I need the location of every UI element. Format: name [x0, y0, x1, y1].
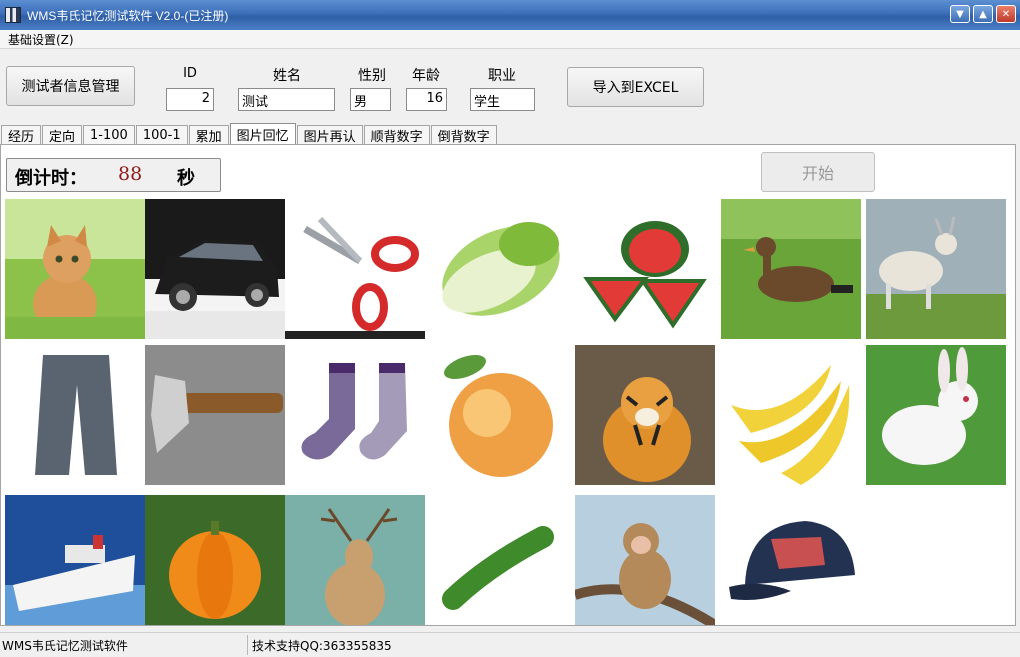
name-label: 姓名	[273, 68, 301, 84]
status-app-name: WMS韦氏记忆测试软件	[0, 635, 248, 655]
tab-backward-digits[interactable]: 倒背数字	[430, 125, 497, 145]
countdown-box: 倒计时： 88 秒	[6, 158, 221, 192]
tab-forward-digits[interactable]: 顺背数字	[363, 125, 430, 145]
tab-strip: 经历 定向 1-100 100-1 累加 图片回忆 图片再认 顺背数字 倒背数字	[0, 123, 498, 145]
cap-image	[721, 495, 861, 625]
gender-field[interactable]: 男	[350, 88, 391, 111]
cucumber-image	[429, 495, 569, 625]
age-label: 年龄	[412, 68, 440, 84]
peach-image	[429, 345, 569, 485]
watermelon-image	[575, 199, 715, 339]
banana-image	[721, 345, 861, 485]
manage-tester-button[interactable]: 测试者信息管理	[6, 66, 135, 106]
window-title: WMS韦氏记忆测试软件 V2.0-(已注册)	[27, 8, 229, 23]
status-support: 技术支持QQ:363355835	[252, 638, 392, 653]
countdown-unit: 秒	[177, 168, 195, 189]
car-image	[145, 199, 285, 339]
tab-picture-recall[interactable]: 图片回忆	[229, 123, 296, 145]
kitten-image	[5, 199, 145, 339]
age-field[interactable]: 16	[406, 88, 447, 111]
rabbit-image	[866, 345, 1006, 485]
name-field[interactable]: 测试	[238, 88, 335, 111]
start-button[interactable]: 开始	[761, 152, 875, 192]
tab-1-100[interactable]: 1-100	[83, 125, 135, 145]
pumpkin-image	[145, 495, 285, 625]
ship-image	[5, 495, 145, 625]
countdown-label: 倒计时：	[15, 168, 87, 189]
maximize-button[interactable]: ▲	[973, 5, 993, 23]
tab-accumulate[interactable]: 累加	[188, 125, 229, 145]
cabbage-image	[429, 199, 569, 339]
tiger-image	[575, 345, 715, 485]
menu-bar: 基础设置(Z)	[0, 30, 1020, 49]
axe-image	[145, 345, 285, 485]
app-icon	[5, 7, 21, 23]
tab-orientation[interactable]: 定向	[42, 125, 83, 145]
tab-history[interactable]: 经历	[1, 125, 42, 145]
job-field[interactable]: 学生	[470, 88, 535, 111]
pants-image	[5, 345, 145, 485]
export-excel-button[interactable]: 导入到EXCEL	[567, 67, 704, 107]
gender-label: 性别	[358, 68, 386, 84]
monkey-image	[575, 495, 715, 625]
deer-image	[285, 495, 425, 625]
tab-picture-recognition[interactable]: 图片再认	[296, 125, 363, 145]
title-bar: WMS韦氏记忆测试软件 V2.0-(已注册) ▼ ▲ ✕	[0, 0, 1020, 30]
tab-100-1[interactable]: 100-1	[135, 125, 188, 145]
menu-settings[interactable]: 基础设置(Z)	[8, 31, 74, 48]
status-bar: WMS韦氏记忆测试软件 技术支持QQ:363355835	[0, 632, 1020, 657]
scissors-image	[285, 199, 425, 339]
socks-image	[285, 345, 425, 485]
id-field[interactable]: 2	[166, 88, 214, 111]
minimize-button[interactable]: ▼	[950, 5, 970, 23]
duck-image	[721, 199, 861, 339]
id-label: ID	[183, 66, 197, 81]
goat-image	[866, 199, 1006, 339]
close-button[interactable]: ✕	[996, 5, 1016, 23]
countdown-value: 88	[118, 163, 143, 185]
job-label: 职业	[488, 68, 516, 84]
